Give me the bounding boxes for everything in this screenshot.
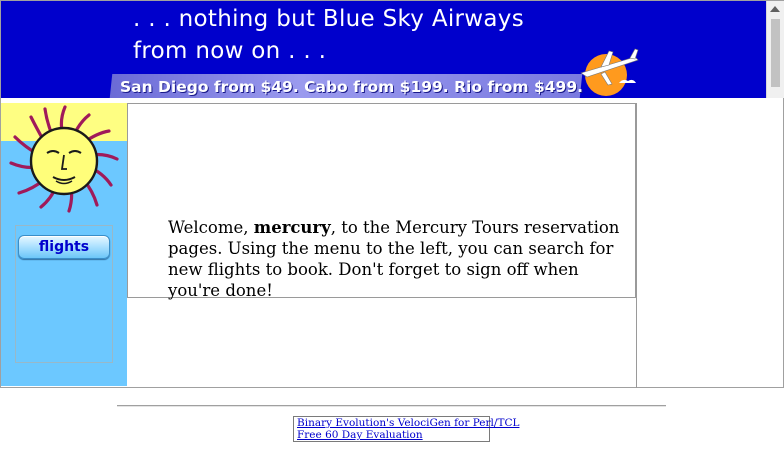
vertical-scrollbar[interactable]	[766, 1, 784, 98]
sidebar-menu: flights	[15, 225, 113, 363]
banner-slogan: . . . nothing but Blue Sky Airways from …	[133, 3, 524, 67]
free-evaluation-link[interactable]: Free 60 Day Evaluation	[297, 429, 489, 441]
promo-text: San Diego from $49. Cabo from $199. Rio …	[120, 78, 583, 96]
slogan-line-1: . . . nothing but Blue Sky Airways	[133, 6, 525, 32]
welcome-message: Welcome, mercury, to the Mercury Tours r…	[168, 217, 628, 301]
slogan-line-2: from now on . . .	[133, 38, 327, 64]
velocigen-link[interactable]: Binary Evolution's VelociGen for Perl/TC…	[297, 417, 519, 429]
scroll-up-icon[interactable]	[770, 6, 780, 12]
footer-divider	[117, 405, 666, 407]
airplane-logo-icon	[580, 48, 639, 96]
sun-logo	[1, 103, 127, 213]
header-banner: . . . nothing but Blue Sky Airways from …	[1, 1, 766, 98]
content-panel: Welcome, mercury, to the Mercury Tours r…	[127, 103, 636, 301]
left-sidebar: flights	[1, 103, 127, 386]
welcome-prefix: Welcome,	[168, 218, 254, 237]
scrollbar-thumb[interactable]	[771, 19, 780, 87]
sidebar-item-flights[interactable]: flights	[18, 235, 110, 259]
sponsor-box: Binary Evolution's VelociGen for Perl/TC…	[293, 416, 519, 442]
content-divider	[636, 103, 637, 388]
username: mercury	[253, 218, 331, 237]
sun-face-icon	[9, 105, 119, 213]
